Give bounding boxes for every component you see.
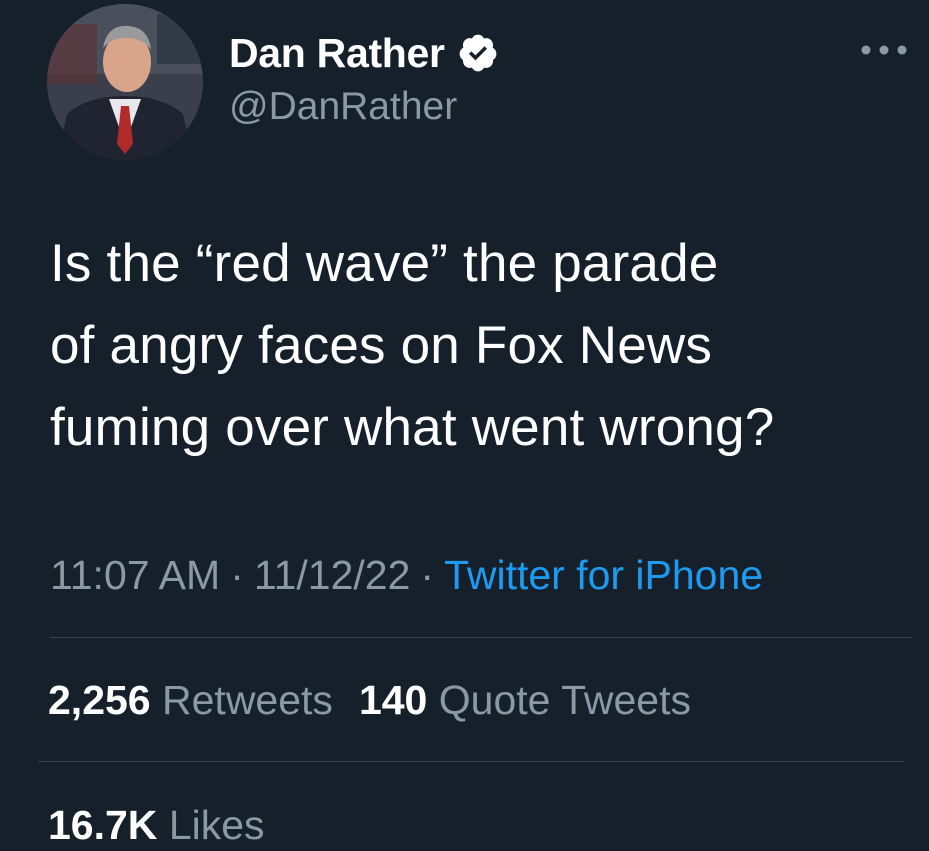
divider <box>38 761 904 762</box>
retweets-count: 2,256 <box>48 677 151 723</box>
more-options-icon[interactable] <box>858 37 910 63</box>
quote-tweets-stat[interactable]: 140 Quote Tweets <box>359 677 691 723</box>
likes-count: 16.7K <box>48 802 158 848</box>
verified-badge-icon <box>459 34 497 72</box>
tweet-date[interactable]: 11/12/22 <box>254 552 411 598</box>
separator-dot: · <box>420 552 435 598</box>
separator-dot: · <box>230 552 244 598</box>
quote-tweets-label: Quote Tweets <box>438 677 691 723</box>
retweets-label: Retweets <box>162 677 333 723</box>
divider <box>50 637 912 638</box>
retweets-stat[interactable]: 2,256 Retweets <box>48 677 333 723</box>
author-name-row[interactable]: Dan Rather <box>229 28 499 78</box>
author-display-name[interactable]: Dan Rather <box>229 28 445 78</box>
quote-tweets-count: 140 <box>358 677 428 723</box>
tweet-metadata: 11:07 AM · 11/12/22 · Twitter for iPhone <box>50 549 763 601</box>
profile-photo-icon <box>47 4 203 160</box>
author-avatar[interactable] <box>47 4 203 160</box>
likes-stat[interactable]: 16.7K Likes <box>48 799 265 851</box>
likes-label: Likes <box>168 802 265 848</box>
tweet-source-link[interactable]: Twitter for iPhone <box>444 552 763 598</box>
engagement-stats: 2,256 Retweets 140 Quote Tweets <box>48 674 691 726</box>
tweet-text: Is the “red wave” the parade of angry fa… <box>50 234 775 457</box>
tweet-time[interactable]: 11:07 AM <box>50 552 220 598</box>
author-handle[interactable]: @DanRather <box>229 83 457 131</box>
